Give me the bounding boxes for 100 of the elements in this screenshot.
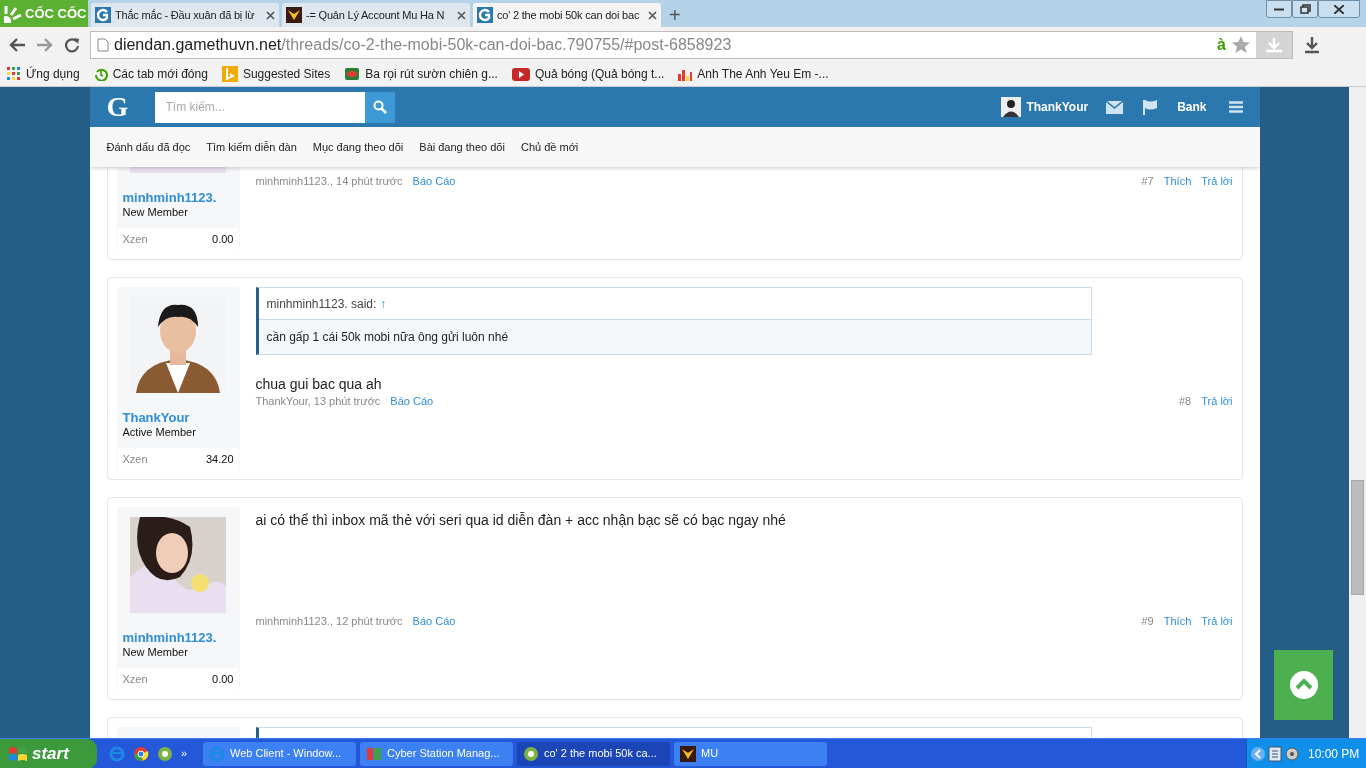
browser-tab[interactable]: Thắc mắc - Đầu xuân đã bị lừ [91, 3, 279, 27]
bookmark[interactable]: Ba rọi rút sườn chiên g... [344, 65, 498, 83]
reload-icon[interactable] [64, 36, 80, 53]
like-link[interactable]: Thích [1163, 172, 1192, 190]
nav-link[interactable]: Bài đang theo dõi [419, 138, 505, 156]
back-to-top-button[interactable] [1274, 650, 1333, 720]
post-meta: minhminh1123., 14 phút trước [255, 173, 403, 189]
user-title: Active Member [122, 425, 197, 439]
username-link[interactable]: minhminh1123. [122, 630, 240, 645]
history-icon [93, 67, 108, 81]
mail-icon[interactable] [1106, 100, 1124, 114]
chevron-up-icon [1289, 671, 1318, 699]
browser-tab[interactable]: -= Quản Lý Account Mu Ha N [282, 3, 470, 27]
post-meta: ThankYour, 13 phút trước [255, 393, 381, 409]
stat-label: Xzen [122, 672, 148, 688]
stat-value: 34.20 [205, 452, 234, 468]
window-restore-button[interactable] [1292, 0, 1318, 18]
report-link[interactable]: Báo Cáo [412, 612, 456, 630]
apps-icon [7, 67, 21, 81]
post-number[interactable]: #7 [1141, 172, 1154, 190]
post-number[interactable]: #8 [1179, 392, 1192, 410]
nav-link[interactable]: Đánh dấu đã đọc [106, 138, 191, 156]
username-link[interactable]: minhminh1123. [122, 190, 240, 205]
search-button[interactable] [364, 91, 395, 123]
bookmark[interactable]: Các tab mới đóng [93, 65, 208, 83]
document-icon[interactable] [1268, 745, 1282, 762]
stat-value: 0.00 [212, 672, 234, 688]
site-logo[interactable]: G [106, 93, 155, 121]
clock: 10:00 PM [1308, 745, 1360, 763]
bookmark[interactable]: Quả bóng (Quả bóng t... [511, 65, 665, 83]
browser-logo-text: CỐC CỐC [25, 4, 87, 23]
ie-icon [209, 745, 225, 762]
nav-link[interactable]: Chủ đề mới [520, 138, 579, 156]
g-logo-icon [95, 7, 111, 23]
close-icon[interactable] [648, 10, 657, 20]
search-icon [372, 100, 387, 114]
window-close-button[interactable] [1318, 0, 1360, 18]
typing-badge[interactable]: à [1217, 32, 1226, 57]
stat-label: Xzen [122, 452, 148, 468]
bank-link[interactable]: Bank [1177, 98, 1207, 116]
user-title: New Member [122, 645, 189, 659]
video-play-icon [511, 67, 530, 81]
start-button[interactable]: start [0, 738, 97, 768]
nav-link[interactable]: Mục đang theo dõi [312, 138, 404, 156]
overflow-chevron[interactable]: » [181, 745, 188, 762]
url-text: diendan.gamethuvn.net/threads/co-2-the-mobi-50k-can-doi-bac.790755/#post-6858923 [114, 34, 733, 55]
post-number[interactable]: #9 [1141, 612, 1154, 630]
report-link[interactable]: Báo Cáo [390, 392, 434, 410]
emblem-icon [680, 745, 696, 762]
user-title: New Member [122, 205, 189, 219]
scrollbar[interactable] [1349, 87, 1366, 738]
download-icon [1265, 36, 1283, 53]
user-avatar-icon[interactable] [1001, 97, 1022, 117]
post-meta: minhminh1123., 12 phút trước [255, 613, 403, 629]
close-icon [1334, 4, 1344, 14]
forward-icon[interactable] [36, 36, 54, 53]
download-icon[interactable] [1303, 35, 1321, 54]
back-icon[interactable] [8, 36, 26, 53]
reply-link[interactable]: Trả lời [1201, 392, 1233, 410]
star-icon[interactable] [1231, 34, 1251, 55]
chevron-left-icon[interactable] [1251, 746, 1265, 761]
post-message: ai có thể thì inbox mã thẻ với seri qua id diễn đàn + acc nhận bạc sẽ có bạc ngay nhé [255, 511, 787, 530]
bookmark[interactable]: Ứng dụng [7, 65, 80, 83]
bing-icon [221, 66, 238, 82]
post-message: chua gui bac qua ah [255, 375, 383, 394]
address-bar[interactable]: diendan.gamethuvn.net/threads/co-2-the-mobi-50k-can-doi-bac.790755/#post-6858923 à [90, 30, 1293, 59]
chrome-icon[interactable] [133, 745, 149, 762]
reply-link[interactable]: Trả lời [1201, 172, 1233, 190]
username-link[interactable]: ThankYour [122, 410, 240, 425]
browser-tab[interactable]: co' 2 the mobi 50k can doi bac [473, 3, 661, 27]
window-minimize-button[interactable] [1266, 0, 1292, 18]
bar-chart-icon [678, 67, 693, 81]
sun-icon [4, 4, 22, 23]
quote-author: minhminh1123. said: [266, 295, 377, 313]
menu-icon[interactable] [1228, 101, 1243, 113]
quote-text: cần gấp 1 cái 50k mobi nữa ông gửi luôn nhé [266, 329, 509, 346]
report-link[interactable]: Báo Cáo [412, 172, 456, 190]
taskbar-button[interactable]: co' 2 the mobi 50k ca... [517, 741, 670, 766]
scrollbar-thumb[interactable] [1351, 480, 1364, 595]
search-field[interactable]: Tìm kiếm... [154, 91, 365, 123]
taskbar-button[interactable]: Web Client - Window... [203, 741, 356, 766]
like-link[interactable]: Thích [1163, 612, 1192, 630]
nav-link[interactable]: Tìm kiếm diễn đàn [206, 138, 297, 156]
taskbar-button[interactable]: MU [674, 741, 827, 766]
taskbar-button[interactable]: Cyber Station Manag... [360, 741, 513, 766]
stat-label: Xzen [122, 232, 148, 248]
bookmark[interactable]: Anh The Anh Yeu Em -... [678, 65, 829, 83]
reply-link[interactable]: Trả lời [1201, 612, 1233, 630]
new-tab-button[interactable]: + [669, 5, 681, 25]
stat-value: 0.00 [212, 232, 234, 248]
emblem-icon [286, 7, 302, 23]
close-icon[interactable] [457, 10, 466, 20]
g-logo-icon [477, 7, 493, 23]
minimize-icon [1274, 7, 1284, 11]
jump-link[interactable]: ↑ [380, 294, 387, 313]
close-icon[interactable] [266, 10, 275, 20]
user-link[interactable]: ThankYour [1026, 98, 1089, 116]
bookmark[interactable]: Suggested Sites [221, 65, 331, 83]
flag-icon[interactable] [1142, 99, 1159, 115]
restore-icon [1299, 4, 1311, 14]
